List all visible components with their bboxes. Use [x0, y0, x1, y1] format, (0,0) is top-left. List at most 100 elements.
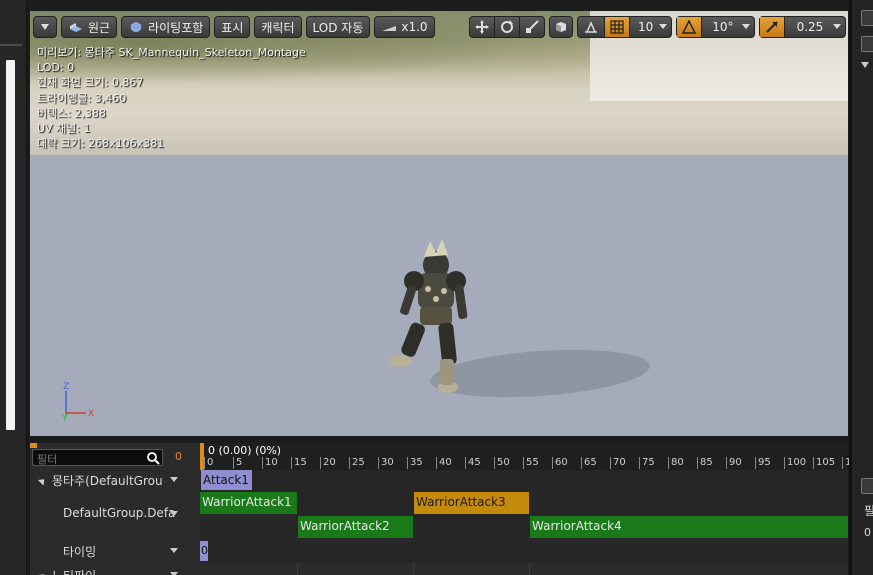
search-icon[interactable] [146, 451, 160, 465]
preview-viewport[interactable]: 원근 라이팅포함 표시 캐릭터 LOD 자동 x1.0 10 10° 0.25 … [30, 11, 848, 436]
coordinate-space-button[interactable] [549, 16, 573, 38]
filter-placeholder: 필터 [37, 453, 58, 466]
montage-section-track: Attack1 [200, 470, 848, 492]
anim-segment-warriorattack3[interactable]: WarriorAttack3 [414, 492, 529, 514]
playback-speed-button[interactable]: x1.0 [374, 16, 435, 38]
anim-segment-warriorattack2[interactable]: WarriorAttack2 [298, 516, 413, 538]
translate-mode-button[interactable] [470, 17, 495, 37]
chevron-down-icon [659, 24, 668, 29]
grid-snap-value-text: 10 [638, 20, 654, 34]
rotate-mode-button[interactable] [495, 17, 520, 37]
ruler-tick-25: 25 [349, 457, 365, 469]
scale-snap-toggle[interactable] [759, 17, 785, 37]
chevron-down-icon [833, 24, 842, 29]
notify-row-label: 노티파이 [52, 567, 96, 575]
ruler-tick-0: 0 [204, 457, 213, 469]
left-scrollbar[interactable] [6, 60, 15, 430]
timing-track: 0 [200, 541, 848, 563]
filter-input[interactable]: 필터 [32, 449, 163, 466]
timing-row[interactable]: 타이밍 [30, 540, 200, 562]
anim-segment-warriorattack1[interactable]: WarriorAttack1 [200, 492, 297, 514]
triangle-count-text: 트라이앵글: 3,460 [37, 91, 127, 105]
transform-mode-group [469, 16, 545, 38]
timing-row-label: 타이밍 [63, 545, 97, 559]
ruler-tick-20: 20 [320, 457, 336, 469]
vertex-count-text: 버텍스: 2,388 [37, 106, 107, 120]
tab-divider [0, 44, 22, 46]
chevron-down-icon [741, 24, 750, 29]
show-button[interactable]: 표시 [214, 16, 251, 38]
montage-section-attack1[interactable]: Attack1 [201, 470, 252, 490]
preview-asset-text: 미리보기: 몽타주 SK_Mannequin_Skeleton_Montage [37, 46, 306, 59]
warrior-character-mesh[interactable] [390, 239, 480, 394]
axis-z-label: Z [63, 382, 69, 392]
montage-row-label: 몽타주(DefaultGrou [52, 474, 163, 488]
chevron-down-icon[interactable] [170, 511, 178, 516]
montage-panel: 필터 0 0 (0.00) (0%) 0 5 10 15 20 25 30 35 40 45 50 5… [30, 443, 851, 575]
screen-size-text: 현재 화면 크기: 0.867 [37, 76, 144, 90]
surface-snap-icon [585, 21, 597, 33]
expand-arrow-icon[interactable] [37, 476, 48, 486]
ruler-tick-95: 95 [755, 457, 771, 469]
notify-row[interactable]: 노티파이 [30, 564, 200, 575]
timing-marker[interactable]: 0 [200, 541, 208, 561]
expand-arrow-icon[interactable] [37, 571, 48, 575]
ruler-tick-80: 80 [668, 457, 684, 469]
rotation-snap-toggle[interactable] [677, 17, 703, 37]
viewport-menu-button[interactable] [33, 16, 57, 38]
viewport-stats-overlay: 미리보기: 몽타주 SK_Mannequin_Skeleton_Montage … [37, 45, 306, 151]
chevron-down-icon[interactable] [170, 477, 178, 482]
right-panel-toggle[interactable] [861, 478, 873, 494]
rotation-snap-value-text: 10° [712, 20, 734, 34]
surface-snap-button[interactable] [578, 17, 605, 37]
shield-icon [130, 21, 142, 33]
montage-row[interactable]: 몽타주(DefaultGrou [30, 469, 200, 491]
character-label: 캐릭터 [261, 20, 295, 35]
ruler-tick-70: 70 [610, 457, 626, 469]
ruler-tick-60: 60 [552, 457, 568, 469]
scale-snap-value-text: 0.25 [796, 20, 824, 34]
right-panel-value: 0 [864, 526, 871, 539]
slot-row[interactable]: DefaultGroup.Defa [30, 503, 200, 525]
ruler-tick-50: 50 [494, 457, 510, 469]
right-panel-label: 필 [864, 504, 873, 518]
show-label: 표시 [221, 20, 244, 35]
chevron-down-icon[interactable] [170, 548, 178, 553]
rotation-snap-group: 10° [676, 16, 755, 38]
grid-icon [610, 20, 624, 34]
right-panel-tab[interactable] [861, 10, 873, 26]
scale-snap-value[interactable]: 0.25 [785, 17, 846, 37]
panel-focus-marker [30, 443, 37, 448]
right-panel-strip: 필 0 [849, 0, 873, 575]
perspective-label: 원근 [88, 20, 111, 35]
scale-snap-icon [765, 21, 778, 33]
right-panel-tab[interactable] [861, 36, 873, 52]
rotation-snap-value[interactable]: 10° [702, 17, 753, 37]
lod-label: LOD 자동 [312, 20, 364, 35]
uv-channel-text: UV 채널: 1 [37, 122, 91, 136]
slot-track: WarriorAttack1 WarriorAttack3 WarriorAtt… [200, 492, 848, 540]
ruler-tick-90: 90 [726, 457, 742, 469]
lod-button[interactable]: LOD 자동 [305, 16, 371, 38]
persona-editor-window: 원근 라이팅포함 표시 캐릭터 LOD 자동 x1.0 10 10° 0.25 … [0, 0, 873, 575]
ruler-tick-75: 75 [639, 457, 655, 469]
grid-snap-value[interactable]: 10 [630, 17, 671, 37]
timeline-ruler[interactable]: 0 (0.00) (0%) 0 5 10 15 20 25 30 35 40 45 50 55 60 65… [200, 443, 851, 470]
character-button[interactable]: 캐릭터 [254, 16, 302, 38]
ruler-tick-5: 5 [233, 457, 242, 469]
ruler-tick-30: 30 [378, 457, 394, 469]
approx-size-text: 대략 크기: 268x106x381 [37, 137, 165, 151]
grid-snap-group: 10 [577, 16, 673, 38]
cube-icon [70, 23, 82, 32]
anim-segment-warriorattack4[interactable]: WarriorAttack4 [530, 516, 848, 538]
scale-icon [526, 20, 539, 33]
ruler-tick-45: 45 [465, 457, 481, 469]
ruler-tick-55: 55 [523, 457, 539, 469]
grid-snap-toggle[interactable] [605, 17, 630, 37]
axis-gizmo: Z Y X [61, 382, 94, 421]
perspective-button[interactable]: 원근 [61, 16, 118, 38]
scale-mode-button[interactable] [520, 17, 544, 37]
lit-mode-button[interactable]: 라이팅포함 [121, 16, 211, 38]
chevron-down-icon[interactable] [861, 62, 869, 68]
rotate-icon [501, 20, 513, 33]
